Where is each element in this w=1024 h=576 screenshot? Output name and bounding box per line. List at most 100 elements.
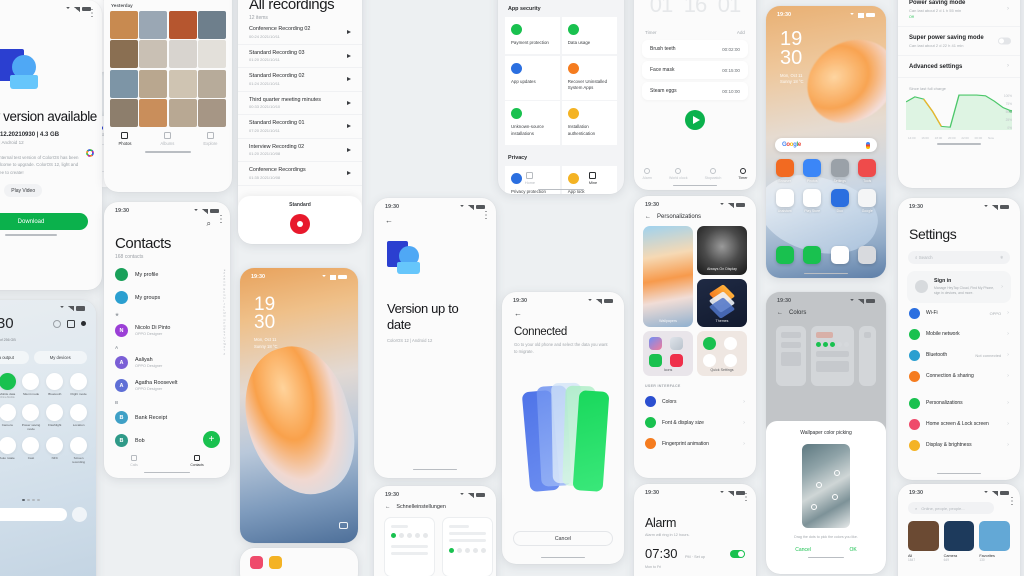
album-card[interactable]: Camera 649 [943,521,975,562]
recording-mode-label[interactable]: Standard [238,202,362,208]
themes-tile[interactable]: Themes [697,278,747,327]
back-arrow-icon[interactable]: ← [502,306,624,318]
qs-tile-flight-mode[interactable]: Flight mode [68,372,89,400]
personalization-tiles-row2[interactable]: Icons Quick Settings [634,327,756,376]
camera-icon[interactable] [339,522,348,529]
qs-tile-flashlight[interactable]: Flashlight [44,404,65,431]
personalizations-card[interactable]: 19:30 ← Personalizations Wallpapers Alwa… [634,196,756,478]
app-icon[interactable] [830,159,849,177]
battery-option-row[interactable]: Super power saving mode Can last about 2 … [898,27,1020,56]
app-play-store[interactable]: Play Store [801,189,825,213]
recording-row[interactable]: Standard Recording 03 01:20 2021/10/11 [238,45,362,68]
devices-icon[interactable]: My devices [33,350,87,364]
qs-tile-silent-mode[interactable]: Silent mode [21,372,42,400]
quick-settings-panel[interactable]: 19:30 Mon, Oct 11 Used 26.7 GB of 256 GB… [0,300,96,576]
tab-alarm[interactable]: Alarm [643,167,652,180]
settings-dot-icon[interactable] [81,321,86,326]
gallery-thumb[interactable] [110,10,138,39]
battery-option-row[interactable]: Power saving mode Can last about 2 d 1 h … [898,0,1020,27]
lock-screen-card[interactable]: 19:30 19 30 Mon, Oct 11 Sunny 18 °C [240,268,358,543]
personalization-options[interactable]: Colors › Font & display size › Fingerprint a… [634,391,756,454]
contacts-app-card[interactable]: 19:30 ⌕ Contacts 168 contacts My profile… [104,202,230,478]
software-update-card[interactable]: 19:30 New version available ColorOS 12.2… [0,0,102,290]
qs-tile-mobile-data[interactable]: Mobile data China Mobile [0,372,18,400]
app-icon[interactable] [830,189,849,207]
app-icon[interactable] [858,159,877,177]
recorder-app-card[interactable]: ⌕ ⇅ All recordings 12 items Conference R… [238,0,362,244]
personalization-row[interactable]: Colors › [634,391,756,412]
personalization-row[interactable]: Fingerprint animation › [634,433,756,454]
toggle-icon[interactable] [0,372,16,390]
tab-photos[interactable]: Photos [118,131,132,146]
contact-row[interactable]: N Nicolo Di Pinto OPPO Designer [104,319,230,342]
search-icon[interactable]: ⌕ [207,219,211,229]
layout-option-2[interactable] [442,517,493,576]
home-screen-card[interactable]: 19:30 19 30 Mon, Oct 11 Sunny 18 °C Goog… [766,6,886,278]
add-timer-button[interactable]: Add [737,30,745,35]
tab-calls[interactable]: Calls [130,454,138,467]
app-icon[interactable] [775,159,794,177]
timer-digit[interactable]: 01 [718,0,742,18]
toggle-switch[interactable] [998,37,1011,44]
alarm-row[interactable]: 07:30 PM · Set up [634,537,756,563]
recording-row[interactable]: Third quarter meeting minutes 00:33 2021/… [238,92,362,115]
download-button[interactable]: Download [0,213,88,231]
dock-chrome[interactable] [830,246,849,264]
toggle-icon[interactable] [22,404,40,422]
tab-world-clock[interactable]: World clock [669,167,688,180]
album-card[interactable]: Favorites 130 [979,521,1010,562]
user-icon[interactable] [53,319,61,328]
alphabet-index[interactable]: ★ # A B C D E F G H I J K L M N O P Q R S T U V W X Y Z [224,269,226,357]
index-letter[interactable]: Z [224,353,226,357]
alarm-toggle[interactable] [730,549,745,559]
gallery-thumb[interactable] [198,69,226,98]
battery-settings-card[interactable]: Used since last full charge2 minScreen o… [898,0,1020,188]
timer-digits[interactable]: 01 16 01 [634,0,756,26]
tab-stopwatch[interactable]: Stopwatch [705,167,721,180]
timer-preset-row[interactable]: Face mask 00:15:00 [642,61,748,79]
album-card[interactable]: All 1847 [908,521,939,562]
gallery-thumb[interactable] [168,99,197,127]
data-migration-connected-card[interactable]: 19:30 ← Connected Go to your old phone a… [502,292,624,564]
contact-row[interactable]: My groups [104,286,230,309]
qs-pill-row[interactable]: Media output My devices [0,344,96,364]
toggle-icon[interactable] [70,372,88,390]
start-timer-button[interactable] [685,110,705,130]
back-arrow-icon[interactable]: ← [645,214,651,220]
ok-button[interactable]: OK [849,547,856,553]
tab-timer[interactable]: Timer [738,167,747,180]
settings-list[interactable]: Wi-Fi OPPO › Mobile network › Bluetooth Not co… [898,303,1020,456]
security-cell[interactable]: Data usage [561,17,617,55]
timer-digit[interactable]: 16 [684,0,708,18]
app-icon[interactable] [775,189,794,207]
clock-timer-card[interactable]: 01 16 01 Timer Add Brush teeth 00:02:00 Face… [634,0,756,190]
security-tabbar[interactable]: Home Mine [498,172,624,185]
settings-row[interactable]: Connection & sharing › [898,366,1020,387]
microphone-icon[interactable] [866,141,870,149]
wallpaper-preview[interactable] [802,444,850,528]
color-dot-1[interactable] [834,470,840,476]
record-button[interactable] [290,214,310,234]
gallery-thumb[interactable] [198,10,226,39]
personalizations-toolbar[interactable]: ← Personalizations [634,210,756,226]
app-grid[interactable]: Browser Photos Settings Tools Assistant Play … [773,159,879,213]
voice-icon[interactable]: ⌾ [1000,255,1003,260]
settings-row[interactable]: Bluetooth Not connected › [898,345,1020,366]
more-icon[interactable] [1007,497,1017,511]
brightness-slider[interactable] [0,508,67,522]
cancel-button[interactable]: Cancel [795,547,811,553]
app-icon[interactable] [803,159,822,177]
qs-tile-camera[interactable]: Camera [0,404,18,431]
recording-row[interactable]: Standard Recording 02 01:24 2021/10/11 [238,68,362,92]
toggle-icon[interactable] [22,372,40,390]
version-toolbar[interactable]: ← [374,211,496,225]
media-output-icon[interactable]: Media output [0,350,29,364]
preview-card-1[interactable] [776,326,806,386]
color-dot-2[interactable] [816,482,822,488]
contact-row[interactable]: My profile [104,263,230,286]
recording-list[interactable]: Conference Recording 02 00:24 2021/10/11 S… [238,21,362,186]
toggle-icon[interactable] [70,436,88,454]
more-icon[interactable] [216,215,226,229]
settings-row[interactable]: Home screen & Lock screen › [898,414,1020,435]
qs-tile-location[interactable]: Location [68,404,89,431]
